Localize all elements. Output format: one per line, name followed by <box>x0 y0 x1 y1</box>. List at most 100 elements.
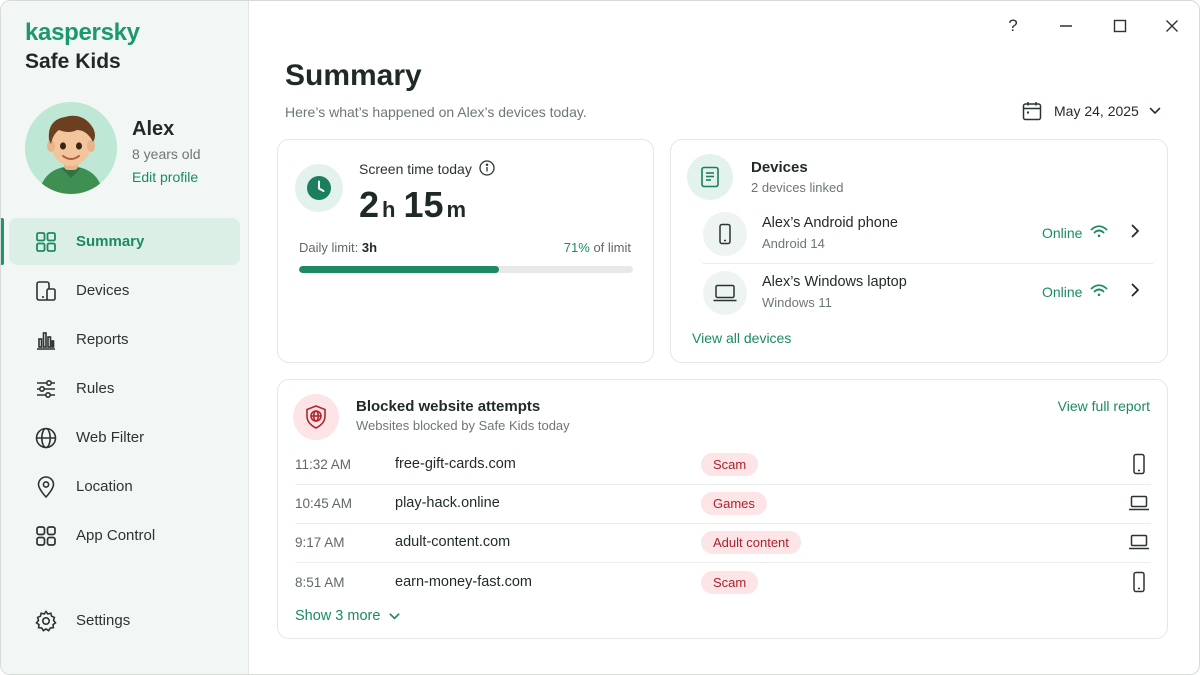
blocked-site: adult-content.com <box>395 534 511 550</box>
nav-label: Summary <box>76 233 145 250</box>
nav-label: Rules <box>76 380 115 397</box>
nav-item-location[interactable]: Location <box>1 463 249 510</box>
blocked-site: free-gift-cards.com <box>395 456 516 472</box>
progress-fill <box>299 266 500 273</box>
nav-item-rules[interactable]: Rules <box>1 365 249 412</box>
device-row-windows[interactable]: Alex’s Windows laptop Windows 11 Online <box>703 268 1153 324</box>
screen-time-value: 2 h 15 m <box>359 184 474 226</box>
sidebar: kaspersky Safe Kids Alex 8 years old Edi… <box>1 1 249 674</box>
main-nav: Summary Devices Reports Rules Web Filter… <box>1 218 249 561</box>
screen-time-progress <box>299 266 633 273</box>
nav-item-web-filter[interactable]: Web Filter <box>1 414 249 461</box>
table-row: 9:17 AM adult-content.com Adult content <box>295 524 1151 563</box>
table-row: 10:45 AM play-hack.online Games <box>295 485 1151 524</box>
show-more-button[interactable]: Show 3 more <box>295 608 401 624</box>
product-name: Safe Kids <box>25 50 121 73</box>
device-os: Android 14 <box>762 236 825 251</box>
maximize-icon <box>1113 19 1127 33</box>
sliders-icon <box>34 377 58 401</box>
devices-subtitle: 2 devices linked <box>751 180 844 195</box>
shield-globe-icon <box>306 405 326 429</box>
close-icon <box>1166 20 1178 32</box>
category-badge: Adult content <box>701 531 801 554</box>
settings-nav: Settings <box>1 597 249 646</box>
nav-item-summary[interactable]: Summary <box>1 218 240 265</box>
chevron-right-icon <box>1131 283 1139 297</box>
device-status: Online <box>1042 225 1083 241</box>
row-divider <box>295 562 1151 563</box>
location-pin-icon <box>34 475 58 499</box>
screen-time-hours: 2 <box>359 184 380 225</box>
tablet-icon <box>701 166 719 188</box>
screen-time-label: Screen time today <box>359 161 472 177</box>
device-status: Online <box>1042 284 1083 300</box>
clock-icon <box>307 176 331 200</box>
device-icon-wrap <box>703 212 747 256</box>
device-icon-wrap <box>703 271 747 315</box>
daily-limit: Daily limit: 3h <box>299 240 377 255</box>
laptop-icon <box>1129 534 1149 550</box>
category-badge: Scam <box>701 571 759 594</box>
limit-percent: 71% of limit <box>564 240 631 255</box>
calendar-icon <box>1022 102 1042 121</box>
view-full-report-link[interactable]: View full report <box>1058 398 1150 414</box>
blocked-time: 9:17 AM <box>295 535 345 550</box>
nav-label: Location <box>76 478 133 495</box>
blocked-title: Blocked website attempts <box>356 398 541 415</box>
chevron-down-icon <box>389 612 400 619</box>
show-more-label: Show 3 more <box>295 608 381 624</box>
daily-limit-value: 3h <box>361 240 378 255</box>
apps-icon <box>34 524 58 548</box>
nav-item-devices[interactable]: Devices <box>1 267 249 314</box>
nav-label: Reports <box>76 331 129 348</box>
laptop-icon <box>713 284 737 302</box>
minimize-button[interactable] <box>1050 13 1082 39</box>
app-window: kaspersky Safe Kids Alex 8 years old Edi… <box>0 0 1200 675</box>
nav-label: Settings <box>76 612 131 629</box>
nav-label: Devices <box>76 282 130 299</box>
child-age: 8 years old <box>132 146 201 162</box>
wifi-icon <box>1090 225 1108 238</box>
daily-limit-label: Daily limit: <box>299 240 359 255</box>
child-profile: Alex 8 years old Edit profile <box>25 102 245 194</box>
wifi-icon <box>1090 284 1108 297</box>
category-badge: Scam <box>701 453 759 476</box>
blocked-subtitle: Websites blocked by Safe Kids today <box>356 418 570 433</box>
brand-logo: kaspersky <box>25 19 140 46</box>
device-row-android[interactable]: Alex’s Android phone Android 14 Online <box>703 209 1153 265</box>
nav-item-settings[interactable]: Settings <box>1 597 249 644</box>
maximize-button[interactable] <box>1104 13 1136 39</box>
view-all-devices-link[interactable]: View all devices <box>692 330 791 346</box>
category-badge: Games <box>701 492 767 515</box>
chevron-down-icon <box>1149 107 1161 114</box>
laptop-icon <box>1129 495 1149 511</box>
info-button[interactable] <box>479 160 495 181</box>
table-row: 11:32 AM free-gift-cards.com Scam <box>295 446 1151 485</box>
help-icon: ? <box>1008 16 1018 35</box>
phone-icon <box>1133 453 1145 475</box>
table-row: 8:51 AM earn-money-fast.com Scam <box>295 564 1151 603</box>
screen-time-card: Screen time today 2 h 15 m Daily limit: 3h … <box>277 139 654 363</box>
devices-card: Devices 2 devices linked Alex’s Android … <box>670 139 1168 363</box>
edit-profile-link[interactable]: Edit profile <box>132 169 198 185</box>
page-subtitle: Here’s what’s happened on Alex’s devices… <box>285 104 587 120</box>
globe-icon <box>34 426 58 450</box>
phone-icon <box>1133 571 1145 593</box>
date-picker[interactable]: May 24, 2025 <box>1021 99 1162 123</box>
blocked-site: earn-money-fast.com <box>395 574 532 590</box>
blocked-time: 11:32 AM <box>295 457 352 472</box>
limit-percent-suffix: of limit <box>593 240 631 255</box>
nav-item-app-control[interactable]: App Control <box>1 512 249 559</box>
gear-icon <box>34 609 58 633</box>
clock-badge <box>295 164 343 212</box>
nav-item-reports[interactable]: Reports <box>1 316 249 363</box>
blocked-websites-card: Blocked website attempts Websites blocke… <box>277 379 1168 639</box>
minimize-icon <box>1060 25 1072 27</box>
nav-label: Web Filter <box>76 429 145 446</box>
close-button[interactable] <box>1156 13 1188 39</box>
nav-label: App Control <box>76 527 156 544</box>
device-name: Alex’s Windows laptop <box>762 274 907 290</box>
shield-badge <box>293 394 339 440</box>
bar-chart-icon <box>34 328 58 352</box>
help-button[interactable]: ? <box>997 13 1029 39</box>
